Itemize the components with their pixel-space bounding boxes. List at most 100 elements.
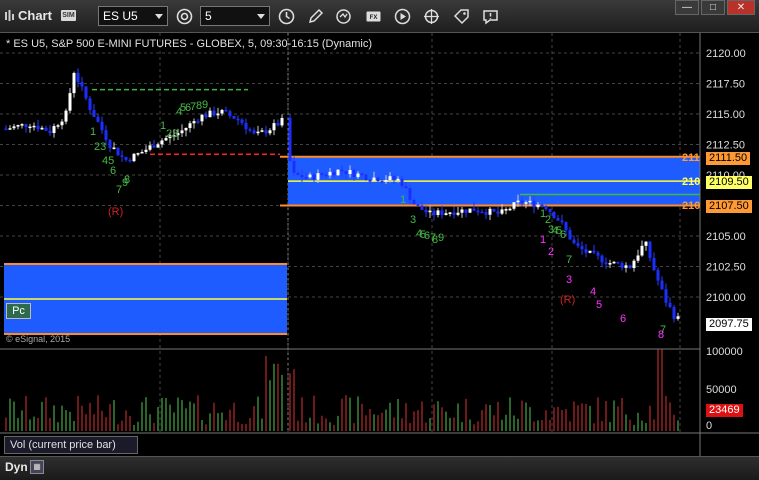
candle-body: [676, 316, 680, 319]
candle-body: [648, 241, 652, 258]
line-tag-resistance: 211: [682, 152, 700, 164]
candle-body: [124, 156, 128, 160]
cursor-button[interactable]: [421, 6, 441, 26]
candle-body: [424, 209, 428, 213]
minimize-button[interactable]: —: [675, 0, 699, 15]
candle-body: [56, 125, 60, 127]
candle-body: [304, 177, 308, 179]
price-tick-label: 2117.50: [706, 79, 745, 91]
candle-body: [144, 149, 148, 152]
chart-toolbar: Chart SIM ES U5 5 FX — □ ✕: [0, 0, 759, 33]
candle-body: [64, 110, 68, 122]
candle-body: [340, 169, 344, 172]
count-label: 9: [122, 177, 128, 189]
interval-input[interactable]: 5: [200, 6, 270, 26]
candle-body: [240, 119, 244, 123]
count-label: 1: [540, 234, 546, 246]
chevron-down-icon[interactable]: [155, 14, 163, 19]
play-button[interactable]: [392, 6, 412, 26]
candle-body: [468, 208, 472, 213]
candle-body: [80, 82, 84, 87]
settings-icon[interactable]: ▦: [30, 460, 44, 474]
candle-body: [248, 129, 252, 131]
candle-body: [556, 218, 560, 221]
candle-body: [16, 125, 20, 127]
candle-body: [260, 130, 264, 132]
close-button[interactable]: ✕: [727, 0, 755, 15]
candle-body: [156, 144, 160, 148]
chevron-down-icon[interactable]: [257, 14, 265, 19]
candle-body: [592, 250, 596, 253]
candle-body: [672, 307, 676, 319]
chart-window-icon: [4, 9, 15, 22]
candle-body: [588, 250, 592, 253]
candle-body: [272, 123, 276, 131]
candle-body: [572, 239, 576, 244]
candle-body: [96, 116, 100, 122]
candle-body: [184, 127, 188, 131]
candle-body: [472, 208, 476, 211]
candle-body: [256, 131, 260, 134]
candle-body: [520, 200, 524, 204]
candle-body: [60, 121, 64, 126]
candle-body: [208, 110, 212, 118]
time-template-button[interactable]: [276, 6, 296, 26]
candle-body: [484, 212, 488, 215]
study-button[interactable]: FX: [363, 6, 383, 26]
candle-body: [52, 126, 56, 133]
prior-close-label[interactable]: Pc: [6, 303, 31, 319]
candle-body: [480, 211, 484, 214]
candle-body: [188, 123, 192, 128]
count-label: 9: [438, 232, 444, 244]
dyn-label[interactable]: Dyn: [5, 460, 28, 474]
candle-body: [644, 241, 648, 246]
refresh-button[interactable]: [333, 6, 353, 26]
price-chart[interactable]: (R)(R)1234567891234567 8 913456 78 912345671…: [0, 33, 759, 456]
candle-body: [324, 174, 328, 177]
symbol-input[interactable]: ES U5: [98, 6, 168, 26]
count-label: 4: [590, 286, 596, 298]
volume-study-label[interactable]: Vol (current price bar): [4, 436, 138, 454]
candle-body: [44, 127, 48, 131]
price-tag-2109-50: 2109.50: [706, 176, 752, 189]
window-controls: — □ ✕: [675, 0, 755, 15]
candle-body: [72, 73, 76, 94]
comment-button[interactable]: [480, 6, 500, 26]
candle-body: [580, 245, 584, 250]
candle-body: [112, 147, 116, 150]
price-tick-label: 2105.00: [706, 231, 746, 243]
candle-body: [628, 265, 632, 269]
candle-body: [624, 265, 628, 268]
candle-body: [180, 130, 184, 134]
candle-body: [192, 121, 196, 124]
candle-body: [12, 126, 16, 129]
price-tick-label: 2112.50: [706, 140, 745, 152]
candle-body: [348, 170, 352, 175]
tag-button[interactable]: [451, 6, 471, 26]
candle-body: [596, 252, 600, 256]
candle-body: [416, 204, 420, 207]
candle-body: [456, 212, 460, 215]
candle-body: [620, 263, 624, 268]
candle-body: [4, 128, 8, 131]
candle-body: [148, 145, 152, 150]
draw-tool-button[interactable]: [305, 6, 325, 26]
count-label: 1: [90, 126, 96, 138]
volume-current-tag: 23469: [706, 404, 743, 417]
symbol-link-button[interactable]: [174, 6, 194, 26]
candle-body: [604, 262, 608, 264]
candle-body: [292, 160, 296, 173]
candle-body: [360, 173, 364, 176]
candle-body: [488, 208, 492, 215]
count-label: 7: [566, 254, 572, 266]
candle-body: [428, 210, 432, 213]
candle-body: [372, 177, 376, 181]
maximize-button[interactable]: □: [701, 0, 725, 15]
candle-body: [444, 213, 448, 215]
candle-body: [500, 209, 504, 214]
candle-body: [280, 117, 284, 126]
candle-body: [476, 210, 480, 213]
candle-body: [104, 130, 108, 140]
candle-body: [496, 211, 500, 214]
candle-body: [420, 205, 424, 210]
